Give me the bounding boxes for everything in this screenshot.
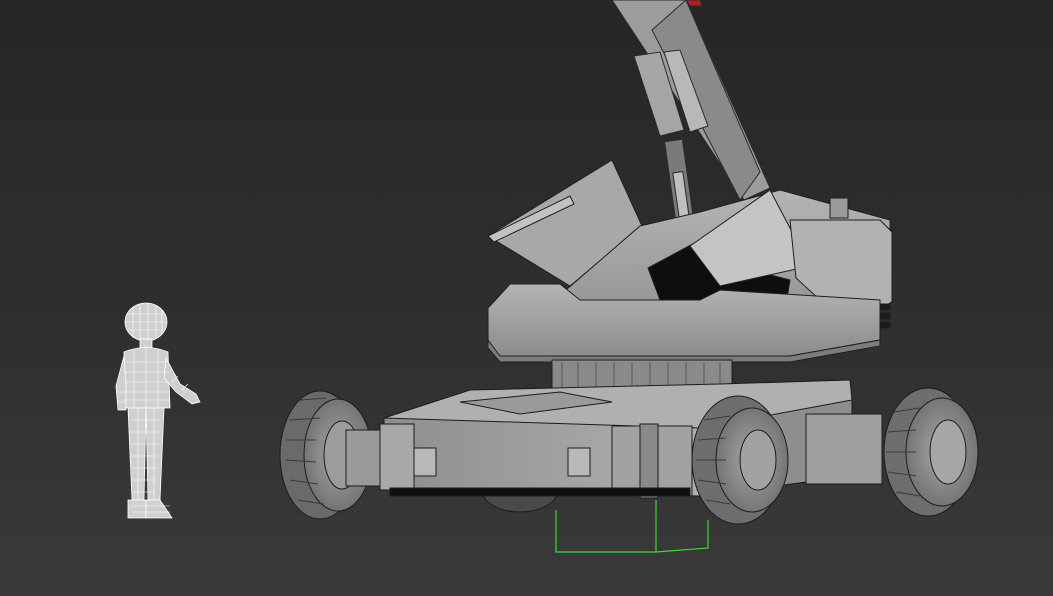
selection-bounding-box[interactable]	[555, 500, 709, 553]
3d-viewport[interactable]	[0, 0, 1053, 596]
human-right-leg	[145, 407, 165, 501]
outrigger-right-plate	[639, 423, 659, 499]
lifting-lug	[829, 197, 849, 219]
scene-canvas[interactable]	[0, 0, 1053, 596]
axle-right	[805, 413, 883, 485]
human-reference-wireframe[interactable]	[115, 302, 201, 519]
mount-block-1	[413, 447, 437, 477]
mount-block-2	[567, 447, 591, 477]
human-right-foot	[145, 499, 173, 519]
crane-boom[interactable]	[611, 0, 771, 222]
chassis[interactable]	[345, 379, 883, 499]
front-right-wheel[interactable]	[883, 387, 979, 517]
human-left-leg	[127, 407, 147, 501]
chassis-underside	[389, 487, 691, 497]
human-torso	[123, 347, 171, 409]
human-left-foot	[127, 499, 147, 519]
outrigger-left-inner	[379, 423, 415, 491]
